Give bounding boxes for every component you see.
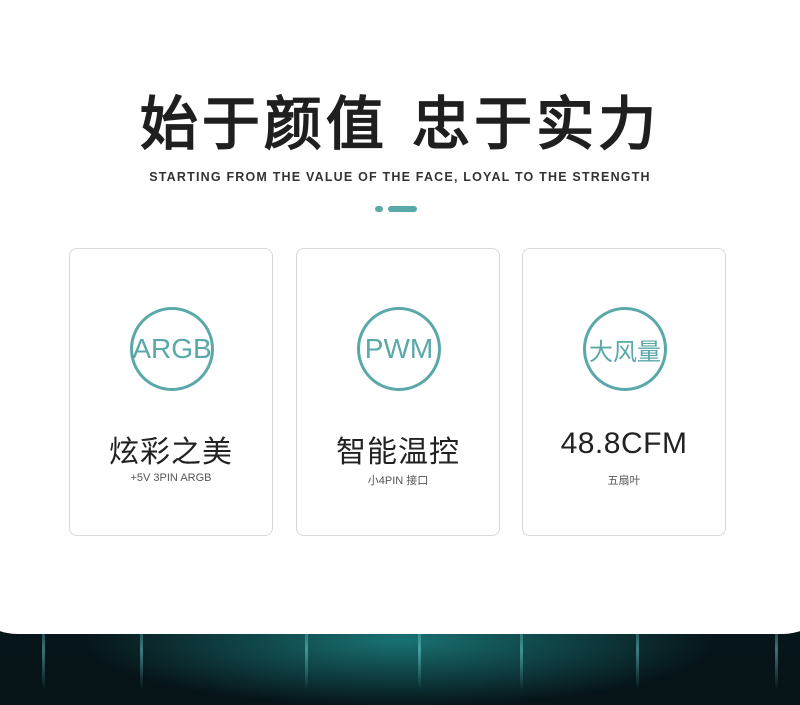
feature-title: 智能温控 (336, 435, 460, 470)
divider-dot (375, 206, 383, 212)
feature-subtitle: +5V 3PIN ARGB (130, 472, 212, 484)
airflow-badge-icon: 大风量 (583, 307, 667, 391)
page-headline: 始于颜值 忠于实力 (139, 90, 661, 158)
feature-card-argb: ARGB 炫彩之美 +5V 3PIN ARGB (69, 248, 273, 536)
page-subheadline: STARTING FROM THE VALUE OF THE FACE, LOY… (149, 170, 651, 184)
feature-subtitle: 五扇叶 (607, 475, 641, 487)
feature-title: 炫彩之美 (109, 435, 233, 470)
feature-subtitle: 小4PIN 接口 (367, 475, 429, 487)
feature-title: 48.8CFM (560, 427, 688, 460)
pwm-badge-icon: PWM (357, 307, 441, 391)
feature-card-pwm: PWM 智能温控 小4PIN 接口 (296, 248, 500, 536)
feature-card-airflow: 大风量 48.8CFM 五扇叶 (522, 248, 726, 536)
divider-bar (388, 206, 417, 212)
argb-badge-icon: ARGB (130, 307, 214, 391)
